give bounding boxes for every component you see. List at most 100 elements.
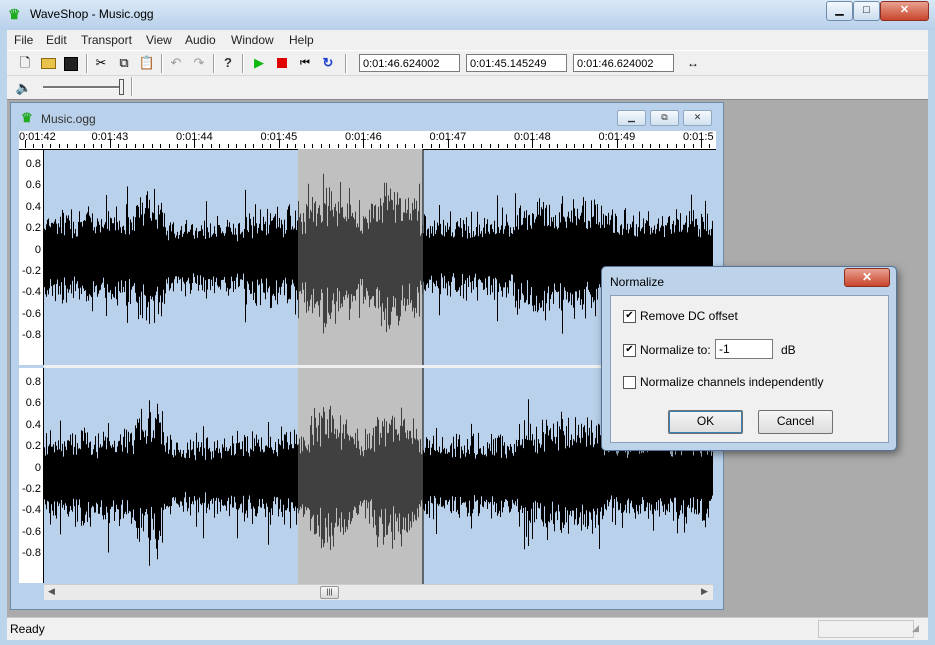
amplitude-label: 0.6 <box>25 179 41 192</box>
scroll-left-arrow[interactable]: ◀ <box>48 586 55 597</box>
menu-file[interactable]: File <box>14 33 33 47</box>
ruler-minor-tick <box>481 144 483 148</box>
time-ruler[interactable]: 0:01:42 0:01:43 0:01:44 0:01:45 0:01:46 0:01:… <box>19 131 716 150</box>
remove-dc-checkbox[interactable]: ✔ <box>623 310 636 323</box>
undo-icon[interactable]: ↶ <box>166 54 186 72</box>
ruler-minor-tick <box>540 144 542 148</box>
scroll-thumb[interactable]: ||| <box>320 586 339 599</box>
menu-view[interactable]: View <box>146 33 172 47</box>
check-mark-icon: ✔ <box>625 310 634 321</box>
minimize-button[interactable]: ▁ <box>826 1 853 21</box>
save-icon[interactable] <box>61 54 81 72</box>
fit-icon[interactable]: ↔ <box>683 54 703 72</box>
toolbar: 🗋 ✂ ⧉ 📋 ↶ ↷ ? ▶ ⏮ ↻ 0:01:46.624002 0:01:… <box>7 50 928 76</box>
ruler-minor-tick <box>565 144 567 148</box>
dialog-close-button[interactable]: ✕ <box>844 268 890 287</box>
ok-button[interactable]: OK <box>668 410 743 434</box>
ruler-minor-tick <box>658 144 660 148</box>
resize-grip-icon[interactable]: ◢ <box>912 623 919 634</box>
amplitude-label: 0.6 <box>25 397 41 410</box>
redo-icon[interactable]: ↷ <box>189 54 209 72</box>
menu-edit[interactable]: Edit <box>46 33 67 47</box>
ruler-minor-tick <box>624 144 626 148</box>
speaker-icon[interactable]: 🔈 <box>14 79 34 97</box>
open-folder-icon[interactable] <box>38 54 58 72</box>
play-icon[interactable]: ▶ <box>249 54 269 72</box>
ruler-minor-tick <box>58 144 60 148</box>
loop-icon[interactable]: ↻ <box>318 54 338 72</box>
ruler-minor-tick <box>667 144 669 148</box>
cancel-button[interactable]: Cancel <box>758 410 833 434</box>
ruler-minor-tick <box>270 144 272 148</box>
dialog-title: Normalize <box>610 275 665 289</box>
ruler-minor-tick <box>261 144 263 148</box>
rewind-icon[interactable]: ⏮ <box>295 54 315 72</box>
amplitude-label: 0.8 <box>25 158 41 170</box>
ruler-minor-tick <box>143 144 145 148</box>
normalize-to-checkbox[interactable]: ✔ <box>623 344 636 357</box>
horizontal-scrollbar[interactable]: ◀ ||| ▶ <box>44 584 713 600</box>
ruler-minor-tick <box>227 144 229 148</box>
title-bar[interactable]: ♛ WaveShop - Music.ogg ▁ □ ✕ <box>0 0 935 30</box>
ruler-minor-tick <box>548 144 550 148</box>
amplitude-label: 0.2 <box>25 222 41 235</box>
ruler-minor-tick <box>591 144 593 148</box>
menu-transport[interactable]: Transport <box>81 33 132 47</box>
ruler-minor-tick <box>67 144 69 148</box>
current-time-field[interactable]: 0:01:46.624002 <box>359 54 460 72</box>
ruler-minor-tick <box>498 144 500 148</box>
ruler-minor-tick <box>244 144 246 148</box>
copy-icon[interactable]: ⧉ <box>114 54 134 72</box>
ruler-minor-tick <box>439 144 441 148</box>
stop-icon[interactable] <box>272 54 292 72</box>
ruler-label: 0:01:45 <box>260 131 298 143</box>
ruler-minor-tick <box>303 144 305 148</box>
volume-slider-thumb[interactable] <box>119 79 124 95</box>
menu-window[interactable]: Window <box>231 33 274 47</box>
ruler-minor-tick <box>312 144 314 148</box>
normalize-to-label: Normalize to: <box>640 343 711 357</box>
amplitude-label: 0 <box>34 461 41 474</box>
ruler-minor-tick <box>489 144 491 148</box>
document-title: Music.ogg <box>41 112 96 126</box>
channel2-amplitude-axis: 0.8 0.6 0.4 0.2 0 -0.2 -0.4 -0.6 -0.8 <box>19 368 44 583</box>
selection-start-field[interactable]: 0:01:45.145249 <box>466 54 567 72</box>
new-file-icon[interactable]: 🗋 <box>15 54 35 72</box>
toolbar-separator <box>86 54 88 73</box>
ruler-label: 0:01:42 <box>19 131 56 143</box>
volume-slider-track[interactable] <box>43 86 123 89</box>
help-icon[interactable]: ? <box>218 54 238 72</box>
ruler-minor-tick <box>599 144 601 148</box>
ruler-label: 0:01:46 <box>345 131 382 143</box>
doc-restore-button[interactable]: ⧉ <box>650 110 679 126</box>
menu-help[interactable]: Help <box>289 33 314 47</box>
amplitude-label: -0.8 <box>22 329 41 342</box>
ruler-label: 0:01:49 <box>598 131 636 143</box>
maximize-button[interactable]: □ <box>853 1 880 21</box>
ruler-minor-tick <box>160 144 162 148</box>
normalize-level-input[interactable]: -1 <box>715 339 773 359</box>
selection-end-field[interactable]: 0:01:46.624002 <box>573 54 674 72</box>
ruler-minor-tick <box>185 144 187 148</box>
amplitude-label: 0.8 <box>25 376 41 388</box>
ruler-minor-tick <box>506 144 508 148</box>
status-panel <box>818 620 914 638</box>
scroll-right-arrow[interactable]: ▶ <box>701 586 708 597</box>
doc-minimize-button[interactable]: ▁ <box>617 110 646 126</box>
document-logo-icon: ♛ <box>21 110 33 125</box>
toolbar-separator <box>131 77 133 96</box>
dialog-body: ✔ Remove DC offset ✔ Normalize to: -1 dB… <box>610 295 889 443</box>
paste-icon[interactable]: 📋 <box>137 54 157 72</box>
ruler-minor-tick <box>684 144 686 148</box>
ruler-label: 0:01:47 <box>429 131 467 143</box>
doc-close-button[interactable]: ✕ <box>683 110 712 126</box>
ruler-minor-tick <box>371 144 373 148</box>
independent-channels-checkbox[interactable] <box>623 376 636 389</box>
close-button[interactable]: ✕ <box>880 1 929 21</box>
cut-icon[interactable]: ✂ <box>91 54 111 72</box>
menu-bar: File Edit Transport View Audio Window He… <box>7 30 928 50</box>
ruler-minor-tick <box>219 144 221 148</box>
ruler-minor-tick <box>354 144 356 148</box>
ruler-minor-tick <box>388 144 390 148</box>
menu-audio[interactable]: Audio <box>185 33 216 47</box>
